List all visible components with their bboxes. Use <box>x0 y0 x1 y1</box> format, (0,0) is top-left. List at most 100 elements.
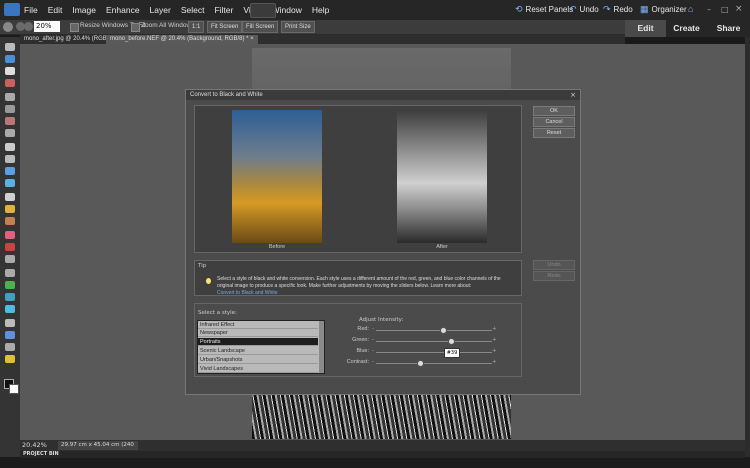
reset-panels-label: Reset Panels <box>525 5 574 14</box>
before-caption: Before <box>268 244 286 250</box>
menu-edit[interactable]: Edit <box>48 5 63 15</box>
menu-layer[interactable]: Layer <box>150 5 171 15</box>
cookie-cutter-icon[interactable] <box>5 305 15 313</box>
smart-brush-icon[interactable] <box>5 255 15 263</box>
tip-text: Select a style of black and white conver… <box>217 276 501 289</box>
bottom-strip <box>0 458 750 468</box>
sponge-tool-icon[interactable] <box>5 331 15 339</box>
fit-screen-button[interactable]: Fit Screen <box>207 21 243 33</box>
project-bin-bar[interactable]: PROJECT BIN <box>20 451 745 458</box>
undo-button[interactable]: ↶ Undo <box>569 4 599 15</box>
home-button[interactable]: ⌂ <box>688 4 693 14</box>
quick-selection-icon[interactable] <box>5 117 15 125</box>
red-eye-icon[interactable] <box>5 193 15 201</box>
eyedropper-icon[interactable] <box>5 79 15 87</box>
slider-label-blue: Blue: <box>356 348 369 354</box>
vertical-scrollbar[interactable] <box>745 37 750 457</box>
adjust-intensity-label: Adjust Intensity: <box>359 317 404 323</box>
style-item-scenic-landscape[interactable]: Scenic Landscape <box>198 347 318 355</box>
organizer-button[interactable]: ▦ Organizer <box>640 4 687 15</box>
red-minus: - <box>372 326 374 332</box>
doc-tab-mono-before[interactable]: mono_before.NEF @ 20.4% (Background, RGB… <box>106 35 258 44</box>
tab-edit[interactable]: Edit <box>625 20 666 37</box>
style-item-infrared[interactable]: Infrared Effect <box>198 321 318 329</box>
reset-panels-icon: ⟲ <box>515 4 523 14</box>
straighten-icon[interactable] <box>5 179 15 187</box>
menu-help[interactable]: Help <box>312 5 329 15</box>
hand-tool-icon[interactable] <box>5 67 15 75</box>
green-slider-track[interactable] <box>376 341 492 342</box>
tab-close-icon[interactable]: × <box>250 36 254 42</box>
redo-button[interactable]: ↷ Redo <box>603 4 633 15</box>
menu-window[interactable]: Window <box>272 5 302 15</box>
doc-tab-label: mono_after.jpg @ 20.4% (RGB/8) <box>24 36 114 42</box>
menu-filter[interactable]: Filter <box>214 5 233 15</box>
menu-enhance[interactable]: Enhance <box>106 5 140 15</box>
zoom-in-icon[interactable] <box>24 22 33 31</box>
tab-share[interactable]: Share <box>708 20 749 37</box>
eraser-icon[interactable] <box>5 231 15 239</box>
blur-tool-icon[interactable] <box>5 319 15 327</box>
app-logo[interactable] <box>4 3 20 16</box>
marquee-tool-icon[interactable] <box>5 93 15 101</box>
toolbox <box>0 37 20 457</box>
recompose-icon[interactable] <box>5 167 15 175</box>
style-list-scrollbar[interactable] <box>319 321 324 373</box>
fill-screen-button[interactable]: Fill Screen <box>242 21 279 33</box>
contrast-plus: + <box>492 359 497 365</box>
menu-image[interactable]: Image <box>72 5 96 15</box>
clone-stamp-icon[interactable] <box>5 217 15 225</box>
brush-icon[interactable] <box>5 243 15 251</box>
arrangement-switcher[interactable] <box>250 3 276 18</box>
shape-tool-icon[interactable] <box>5 293 15 301</box>
style-item-portraits[interactable]: Portraits <box>198 338 318 346</box>
ok-button[interactable]: OK <box>533 106 575 116</box>
dialog-close-icon[interactable]: × <box>570 90 576 100</box>
reset-panels-button[interactable]: ⟲ Reset Panels <box>515 4 573 15</box>
red-slider-track[interactable] <box>376 330 492 331</box>
lightbulb-icon <box>206 278 211 284</box>
zoom-tool-icon[interactable] <box>5 55 15 63</box>
slider-value-tooltip: #39 <box>444 348 460 358</box>
dialog-title: Convert to Black and White <box>186 90 580 100</box>
type-tool-icon[interactable] <box>5 143 15 151</box>
dialog-undo-button[interactable]: Undo <box>533 260 575 270</box>
magic-wand-icon[interactable] <box>5 129 15 137</box>
zoom-tool-icon <box>3 22 13 32</box>
style-item-urban-snapshots[interactable]: Urban/Snapshots <box>198 356 318 364</box>
tab-create[interactable]: Create <box>666 20 707 37</box>
tip-help-link[interactable]: Convert to Black and White <box>217 290 278 296</box>
document-tabs: mono_after.jpg @ 20.4% (RGB/8) × mono_be… <box>20 35 625 44</box>
minimize-icon[interactable]: – <box>707 5 711 14</box>
close-icon[interactable]: × <box>735 4 743 14</box>
reset-button[interactable]: Reset <box>533 128 575 138</box>
style-item-vivid-landscapes[interactable]: Vivid Landscapes <box>198 365 318 373</box>
menu-select[interactable]: Select <box>181 5 205 15</box>
status-zoom[interactable]: 20.42% <box>22 440 47 451</box>
blue-slider-track[interactable] <box>376 352 492 353</box>
dialog-redo-button[interactable]: Redo <box>533 271 575 281</box>
contrast-slider-track[interactable] <box>376 363 492 364</box>
healing-brush-icon[interactable] <box>5 205 15 213</box>
slider-label-red: Red: <box>357 326 369 332</box>
gradient-icon[interactable] <box>5 281 15 289</box>
menu-file[interactable]: File <box>24 5 38 15</box>
resize-windows-checkbox[interactable] <box>70 23 79 32</box>
style-list[interactable]: Infrared Effect Newspaper Portraits Scen… <box>197 320 325 374</box>
maximize-icon[interactable]: □ <box>721 5 729 14</box>
redo-icon: ↷ <box>603 4 611 14</box>
zoom-all-windows-checkbox[interactable] <box>131 23 140 32</box>
paint-bucket-icon[interactable] <box>5 269 15 277</box>
background-color-swatch[interactable] <box>9 384 19 394</box>
smudge-tool-icon[interactable] <box>5 343 15 351</box>
print-size-button[interactable]: Print Size <box>281 21 315 33</box>
zoom-field[interactable]: 20% <box>34 21 60 32</box>
one-to-one-button[interactable]: 1:1 <box>188 21 205 33</box>
move-tool-icon[interactable] <box>5 43 15 51</box>
pencil-tool-icon[interactable] <box>5 355 15 363</box>
status-dimensions[interactable]: 29.97 cm x 45.04 cm (240 ppi) <box>58 441 138 457</box>
style-item-newspaper[interactable]: Newspaper <box>198 329 318 337</box>
cancel-button[interactable]: Cancel <box>533 117 575 127</box>
crop-tool-icon[interactable] <box>5 155 15 163</box>
lasso-tool-icon[interactable] <box>5 105 15 113</box>
